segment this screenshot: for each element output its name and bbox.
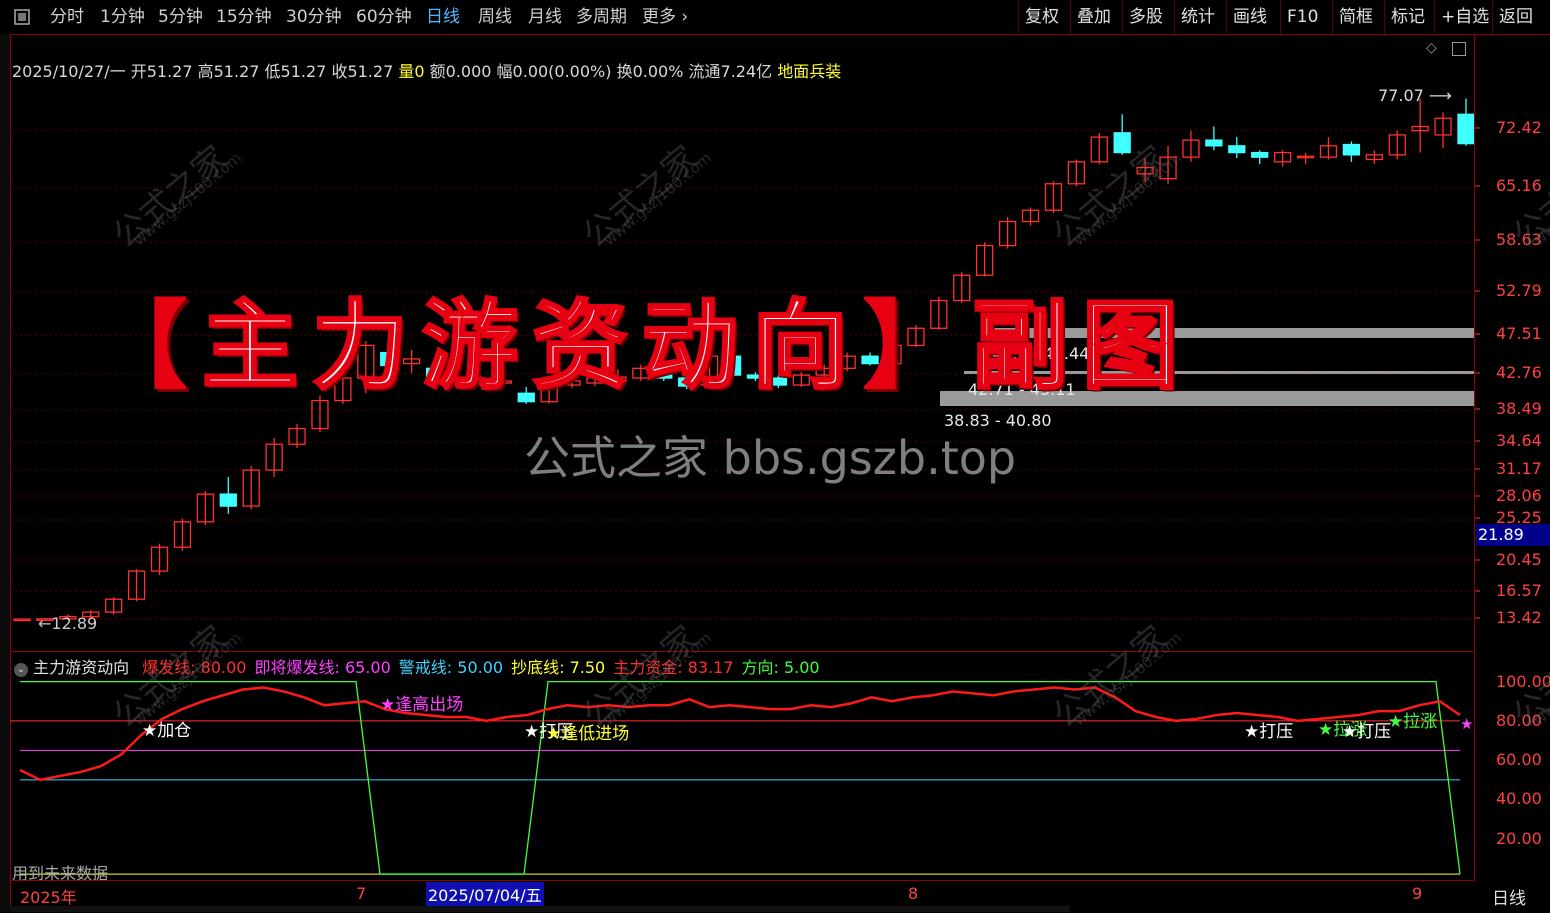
candle[interactable]: [1251, 150, 1269, 165]
candle[interactable]: [150, 543, 169, 575]
bracket-close: 】: [862, 289, 972, 402]
candle[interactable]: [1090, 132, 1108, 165]
signal-label-7: ★拉涨: [1388, 712, 1437, 732]
banner-title-text: 主力游资动向: [201, 288, 862, 404]
date-month-9: 9: [1412, 884, 1423, 903]
low-price-value: 12.89: [51, 614, 98, 633]
candle-body: [1205, 139, 1223, 147]
current-star-icon: ★: [1460, 715, 1473, 733]
candle-body: [1228, 145, 1246, 154]
indicator-tick: 40.00: [1496, 789, 1542, 809]
selected-date: 2025/07/04/五: [426, 882, 544, 906]
price-tick: 28.06: [1496, 486, 1542, 505]
high-price-marker: 77.07 ⟶: [1378, 86, 1452, 105]
candle[interactable]: [1434, 112, 1452, 149]
date-year: 2025年: [20, 888, 77, 907]
indicator-tick: 20.00: [1496, 828, 1542, 848]
candle[interactable]: [1296, 152, 1315, 165]
price-tick: 16.57: [1496, 581, 1542, 600]
candle[interactable]: [1365, 150, 1383, 165]
candle[interactable]: [1342, 141, 1361, 162]
banner-subtitle: 副图: [971, 288, 1192, 404]
price-tick: 34.64: [1496, 431, 1542, 450]
price-tick: 52.79: [1496, 281, 1542, 300]
price-tick: 42.76: [1496, 363, 1542, 382]
indicator-param-5: 方向: 5.00: [741, 658, 820, 677]
low-price-marker: ←12.89: [38, 614, 98, 633]
candle[interactable]: [1319, 137, 1338, 160]
candle[interactable]: [265, 438, 283, 477]
bracket-open: 【: [92, 289, 202, 402]
price-tick: 72.42: [1496, 118, 1542, 137]
date-month-7: 7: [356, 884, 367, 903]
candle[interactable]: [998, 216, 1017, 249]
indicator-param-2: 警戒线: 50.00: [398, 658, 504, 677]
candle[interactable]: [1067, 159, 1085, 187]
candle[interactable]: [13, 618, 31, 622]
signal-label-0: ★加仓: [142, 721, 191, 741]
candle-body: [1251, 151, 1269, 158]
indicator-name[interactable]: 主力游资动向: [33, 658, 129, 677]
candle-body: [1457, 113, 1475, 145]
candle[interactable]: [1411, 98, 1429, 153]
period-label[interactable]: 日线: [1492, 884, 1526, 909]
signal-label-4: ★打压: [1244, 722, 1293, 742]
indicator-param-1: 即将爆发线: 65.00: [254, 658, 391, 677]
collapse-icon[interactable]: ⌄: [14, 663, 28, 677]
high-price-value: 77.07: [1378, 86, 1424, 105]
candle[interactable]: [288, 423, 306, 448]
candle[interactable]: [1457, 98, 1475, 146]
candle[interactable]: [242, 466, 260, 510]
current-price-label: 21.89: [1476, 524, 1550, 546]
signal-label-1: ★逢高出场: [380, 695, 463, 715]
candle[interactable]: [219, 476, 237, 514]
site-watermark: 公式之家 bbs.gszb.top: [524, 431, 1017, 485]
candle[interactable]: [1388, 130, 1406, 160]
candle[interactable]: [1228, 137, 1246, 159]
direction-line: [20, 680, 1461, 875]
candle-body: [1342, 143, 1361, 156]
candle[interactable]: [1021, 207, 1040, 226]
signal-label-3: ★逢低进场: [546, 724, 629, 744]
candle[interactable]: [1273, 150, 1292, 167]
candle[interactable]: [105, 597, 123, 615]
candle-body: [13, 618, 31, 622]
candle[interactable]: [1182, 130, 1200, 162]
signal-label-6: ★打压: [1342, 722, 1391, 742]
indicator-tick: 60.00: [1496, 750, 1542, 770]
price-tick: 38.49: [1496, 399, 1542, 418]
candle[interactable]: [173, 518, 192, 551]
candle[interactable]: [127, 569, 146, 602]
bottom-tab-strip[interactable]: [10, 906, 1070, 912]
banner-title: 【主力游资动向】副图: [92, 268, 1192, 407]
price-tick: 31.17: [1496, 459, 1542, 478]
date-month-8: 8: [908, 884, 919, 903]
indicator-param-3: 抄底线: 7.50: [511, 658, 606, 677]
price-tick: 47.51: [1496, 324, 1542, 343]
candle-body: [219, 493, 237, 507]
price-tick: 13.42: [1496, 608, 1542, 627]
price-tick: 20.45: [1496, 550, 1542, 569]
candle[interactable]: [1205, 126, 1223, 151]
